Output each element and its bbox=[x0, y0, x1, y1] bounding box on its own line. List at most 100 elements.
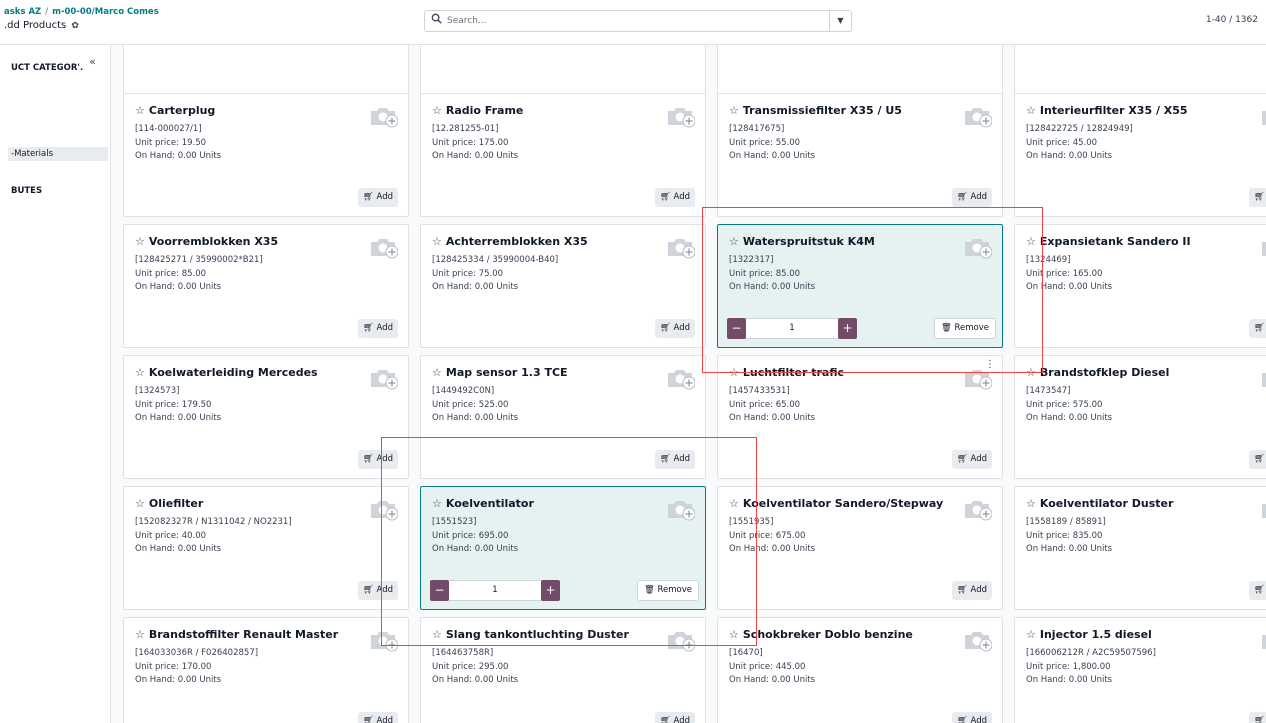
star-icon[interactable]: ☆ bbox=[729, 104, 739, 117]
product-card[interactable]: ☆ Brandstofklep Diesel [1473547] Unit price… bbox=[1014, 355, 1266, 479]
product-card[interactable]: ☆ Expansietank Sandero II [1324469] Unit pr… bbox=[1014, 224, 1266, 348]
product-card[interactable]: ☆ Koelventilator [1551523] Unit price: 695.… bbox=[420, 486, 706, 610]
product-unit-price: Unit price: 40.00 bbox=[135, 531, 207, 541]
remove-button[interactable]: 🗑︎ Remove bbox=[637, 580, 699, 601]
camera-plus-icon[interactable] bbox=[665, 235, 696, 259]
star-icon[interactable]: ☆ bbox=[432, 235, 442, 248]
decrease-qty-button[interactable]: − bbox=[430, 580, 449, 601]
camera-plus-icon[interactable] bbox=[368, 366, 399, 390]
camera-plus-icon[interactable] bbox=[665, 366, 696, 390]
star-icon[interactable]: ☆ bbox=[729, 366, 739, 379]
star-icon[interactable]: ☆ bbox=[729, 235, 739, 248]
product-card[interactable]: ☆ Waterspruitstuk K4M [1322317] Unit price:… bbox=[717, 224, 1003, 348]
product-card[interactable]: ☆ Brandstoffilter Renault Master [16403303… bbox=[123, 617, 409, 723]
star-icon[interactable]: ☆ bbox=[432, 104, 442, 117]
product-card[interactable]: ☆ Slang tankontluchting Duster [164463758R… bbox=[420, 617, 706, 723]
camera-plus-icon[interactable] bbox=[665, 104, 696, 128]
add-button[interactable]: 🛒︎ Add bbox=[952, 581, 992, 600]
star-icon[interactable]: ☆ bbox=[135, 366, 145, 379]
camera-plus-icon[interactable] bbox=[368, 235, 399, 259]
camera-plus-icon[interactable] bbox=[1259, 628, 1266, 652]
increase-qty-button[interactable]: + bbox=[541, 580, 560, 601]
search-options-toggle[interactable]: ▼ bbox=[829, 11, 851, 31]
star-icon[interactable]: ☆ bbox=[432, 628, 442, 641]
category-item-materials[interactable]: -Materials bbox=[8, 147, 108, 161]
camera-plus-icon[interactable] bbox=[665, 628, 696, 652]
add-button[interactable]: 🛒︎ Add bbox=[1249, 319, 1266, 338]
star-icon[interactable]: ☆ bbox=[135, 104, 145, 117]
star-icon[interactable]: ☆ bbox=[1026, 235, 1036, 248]
camera-plus-icon[interactable] bbox=[368, 104, 399, 128]
product-card[interactable]: ☆ Radio Frame [12.281255-01] Unit price: 17… bbox=[420, 93, 706, 217]
star-icon[interactable]: ☆ bbox=[1026, 628, 1036, 641]
camera-plus-icon[interactable] bbox=[368, 628, 399, 652]
add-button[interactable]: 🛒︎ Add bbox=[655, 712, 695, 723]
product-card[interactable]: ☆ Oliefilter [152082327R / N1311042 / NO22… bbox=[123, 486, 409, 610]
add-button[interactable]: 🛒︎ Add bbox=[1249, 581, 1266, 600]
add-button[interactable]: 🛒︎ Add bbox=[358, 188, 398, 207]
camera-plus-icon[interactable] bbox=[962, 628, 993, 652]
star-icon[interactable]: ☆ bbox=[135, 235, 145, 248]
camera-plus-icon[interactable] bbox=[368, 497, 399, 521]
product-card[interactable]: ☆ Koelventilator Duster [1558189 / 85891] U… bbox=[1014, 486, 1266, 610]
add-button[interactable]: 🛒︎ Add bbox=[1249, 450, 1266, 469]
star-icon[interactable]: ☆ bbox=[729, 628, 739, 641]
add-button[interactable]: 🛒︎ Add bbox=[952, 450, 992, 469]
product-reference: [12.281255-01] bbox=[432, 124, 499, 134]
add-button[interactable]: 🛒︎ Add bbox=[358, 581, 398, 600]
camera-plus-icon[interactable] bbox=[1259, 235, 1266, 259]
camera-plus-icon[interactable] bbox=[1259, 366, 1266, 390]
remove-button[interactable]: 🗑︎ Remove bbox=[934, 318, 996, 339]
camera-plus-icon[interactable] bbox=[1259, 497, 1266, 521]
add-button[interactable]: 🛒︎ Add bbox=[1249, 712, 1266, 723]
product-card[interactable]: ☆ Injector 1.5 diesel [166006212R / A2C595… bbox=[1014, 617, 1266, 723]
add-button[interactable]: 🛒︎ Add bbox=[655, 188, 695, 207]
pager-value[interactable]: 1-40 / 1362 bbox=[1206, 15, 1258, 25]
product-card[interactable]: ☆ Schokbreker Doblo benzine [16470] Unit pr… bbox=[717, 617, 1003, 723]
product-card[interactable]: ☆ Carterplug [114-000027/1] Unit price: 19.… bbox=[123, 93, 409, 217]
add-button[interactable]: 🛒︎ Add bbox=[358, 319, 398, 338]
product-card[interactable]: ☆ Koelwaterleiding Mercedes [1324573] Unit … bbox=[123, 355, 409, 479]
product-card[interactable]: ☆ Achterremblokken X35 [128425334 / 359900… bbox=[420, 224, 706, 348]
star-icon[interactable]: ☆ bbox=[1026, 104, 1036, 117]
product-card[interactable]: ☆ Interieurfilter X35 / X55 [128422725 / 1… bbox=[1014, 93, 1266, 217]
product-card[interactable]: ☆ Koelventilator Sandero/Stepway [1551935]… bbox=[717, 486, 1003, 610]
camera-plus-icon[interactable] bbox=[962, 235, 993, 259]
breadcrumb-parent[interactable]: asks AZ bbox=[4, 7, 41, 17]
star-icon[interactable]: ☆ bbox=[135, 497, 145, 510]
product-reference: [166006212R / A2C59507596] bbox=[1026, 648, 1156, 658]
gear-icon[interactable]: ✿ bbox=[71, 21, 79, 31]
add-button[interactable]: 🛒︎ Add bbox=[952, 712, 992, 723]
add-button[interactable]: 🛒︎ Add bbox=[358, 450, 398, 469]
quantity-input[interactable]: 1 bbox=[449, 580, 541, 601]
add-button[interactable]: 🛒︎ Add bbox=[655, 450, 695, 469]
breadcrumb-current[interactable]: m-00-00/Marco Comes bbox=[52, 7, 159, 17]
search-input[interactable] bbox=[447, 13, 827, 29]
product-reference: [1457433531] bbox=[729, 386, 790, 396]
camera-plus-icon[interactable] bbox=[962, 497, 993, 521]
star-icon[interactable]: ☆ bbox=[1026, 366, 1036, 379]
kebab-menu-icon[interactable]: ⋮ bbox=[985, 359, 995, 370]
star-icon[interactable]: ☆ bbox=[135, 628, 145, 641]
camera-plus-icon[interactable] bbox=[1259, 104, 1266, 128]
product-name-text: Koelventilator bbox=[445, 497, 534, 510]
star-icon[interactable]: ☆ bbox=[1026, 497, 1036, 510]
add-button[interactable]: 🛒︎ Add bbox=[358, 712, 398, 723]
star-icon[interactable]: ☆ bbox=[729, 497, 739, 510]
product-card[interactable]: ☆ Luchtfilter trafic [1457433531] Unit pric… bbox=[717, 355, 1003, 479]
quantity-input[interactable]: 1 bbox=[746, 318, 838, 339]
add-button[interactable]: 🛒︎ Add bbox=[952, 188, 992, 207]
star-icon[interactable]: ☆ bbox=[432, 366, 442, 379]
product-name: ☆ Koelventilator Duster bbox=[1026, 497, 1173, 510]
camera-plus-icon[interactable] bbox=[962, 104, 993, 128]
star-icon[interactable]: ☆ bbox=[432, 497, 442, 510]
product-card[interactable]: ☆ Map sensor 1.3 TCE [1449492C0N] Unit pric… bbox=[420, 355, 706, 479]
add-button[interactable]: 🛒︎ Add bbox=[655, 319, 695, 338]
increase-qty-button[interactable]: + bbox=[838, 318, 857, 339]
add-button[interactable]: 🛒︎ Add bbox=[1249, 188, 1266, 207]
product-card[interactable]: ☆ Voorremblokken X35 [128425271 / 35990002… bbox=[123, 224, 409, 348]
decrease-qty-button[interactable]: − bbox=[727, 318, 746, 339]
camera-plus-icon[interactable] bbox=[665, 497, 696, 521]
collapse-panel-icon[interactable]: « bbox=[89, 55, 96, 68]
product-card[interactable]: ☆ Transmissiefilter X35 / U5 [128417675] Un… bbox=[717, 93, 1003, 217]
